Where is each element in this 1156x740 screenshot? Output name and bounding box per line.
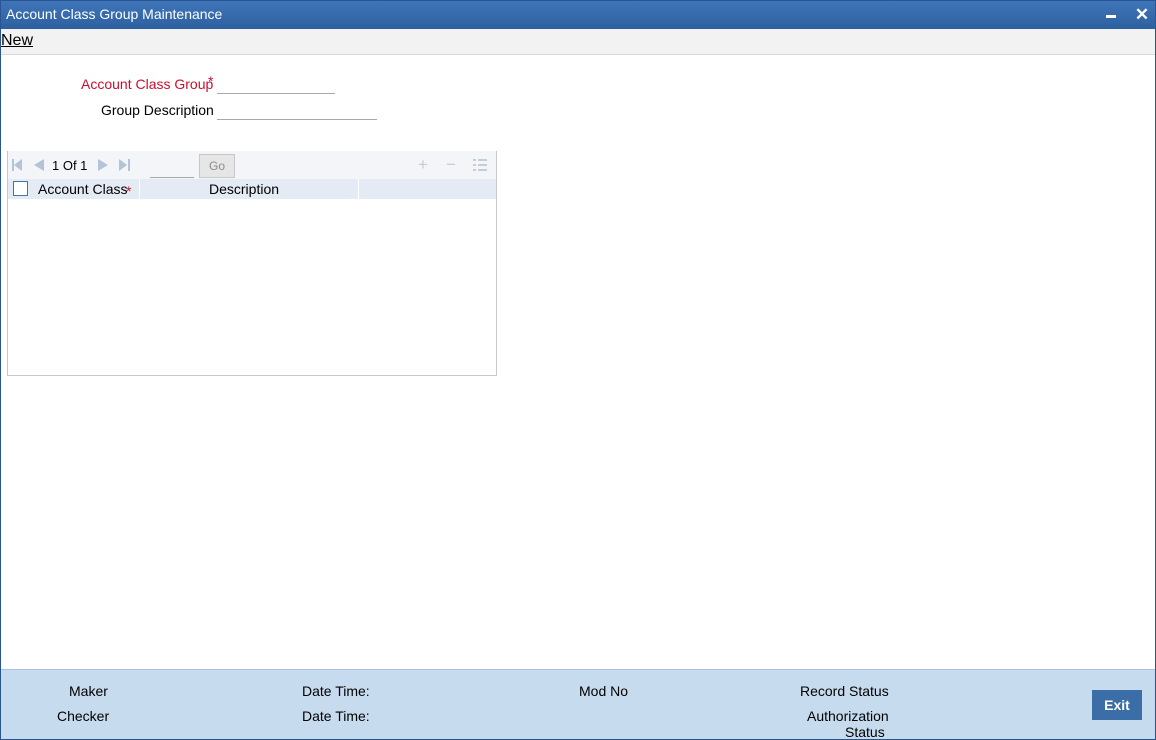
checker-label: Checker xyxy=(57,708,110,724)
last-page-icon[interactable] xyxy=(119,159,130,171)
first-page-icon[interactable] xyxy=(12,159,23,171)
audit-footer: Maker Checker Date Time: Date Time: Mod … xyxy=(1,669,1155,740)
close-icon[interactable]: ✕ xyxy=(1132,5,1152,25)
window-title: Account Class Group Maintenance xyxy=(6,6,223,22)
prev-page-icon[interactable] xyxy=(34,159,44,171)
authorization-status-label-line2: Status xyxy=(845,724,885,740)
column-divider xyxy=(139,179,140,199)
select-all-checkbox[interactable] xyxy=(13,181,28,196)
plus-icon[interactable]: + xyxy=(418,156,428,173)
new-link[interactable]: New xyxy=(1,32,33,50)
group-description-label: Group Description xyxy=(101,102,214,118)
column-header-description[interactable]: Description xyxy=(209,181,279,197)
maker-date-time-label: Date Time: xyxy=(302,683,370,699)
account-class-group-window: Account Class Group Maintenance ✕ New Ac… xyxy=(0,0,1156,740)
minimize-icon[interactable] xyxy=(1101,5,1121,25)
maker-label: Maker xyxy=(69,683,108,699)
required-marker: * xyxy=(126,183,132,199)
menu-bar: New xyxy=(1,29,1155,55)
checker-date-time-label: Date Time: xyxy=(302,708,370,724)
account-class-group-label: Account Class Group xyxy=(81,76,214,92)
title-bar: Account Class Group Maintenance ✕ xyxy=(1,1,1155,29)
column-header-account-class[interactable]: Account Class xyxy=(38,181,127,197)
mod-no-label: Mod No xyxy=(579,683,629,699)
column-divider xyxy=(358,179,359,199)
next-page-icon[interactable] xyxy=(98,159,108,171)
record-status-label: Record Status xyxy=(800,683,889,699)
page-indicator: 1 Of 1 xyxy=(52,158,88,173)
grid-header: Account Class * Description xyxy=(8,179,496,199)
required-marker: * xyxy=(208,73,214,89)
page-number-input[interactable] xyxy=(150,155,194,178)
grid-toolbar: 1 Of 1 Go + − xyxy=(8,151,496,179)
authorization-status-label: Authorization xyxy=(807,708,889,724)
group-description-input[interactable] xyxy=(217,101,377,120)
account-class-grid: 1 Of 1 Go + − Account Class * Descriptio… xyxy=(7,151,497,376)
list-icon[interactable] xyxy=(473,159,487,173)
go-button[interactable]: Go xyxy=(199,154,235,178)
account-class-group-input[interactable] xyxy=(217,75,335,94)
minus-icon[interactable]: − xyxy=(446,156,456,173)
exit-button[interactable]: Exit xyxy=(1092,690,1142,720)
